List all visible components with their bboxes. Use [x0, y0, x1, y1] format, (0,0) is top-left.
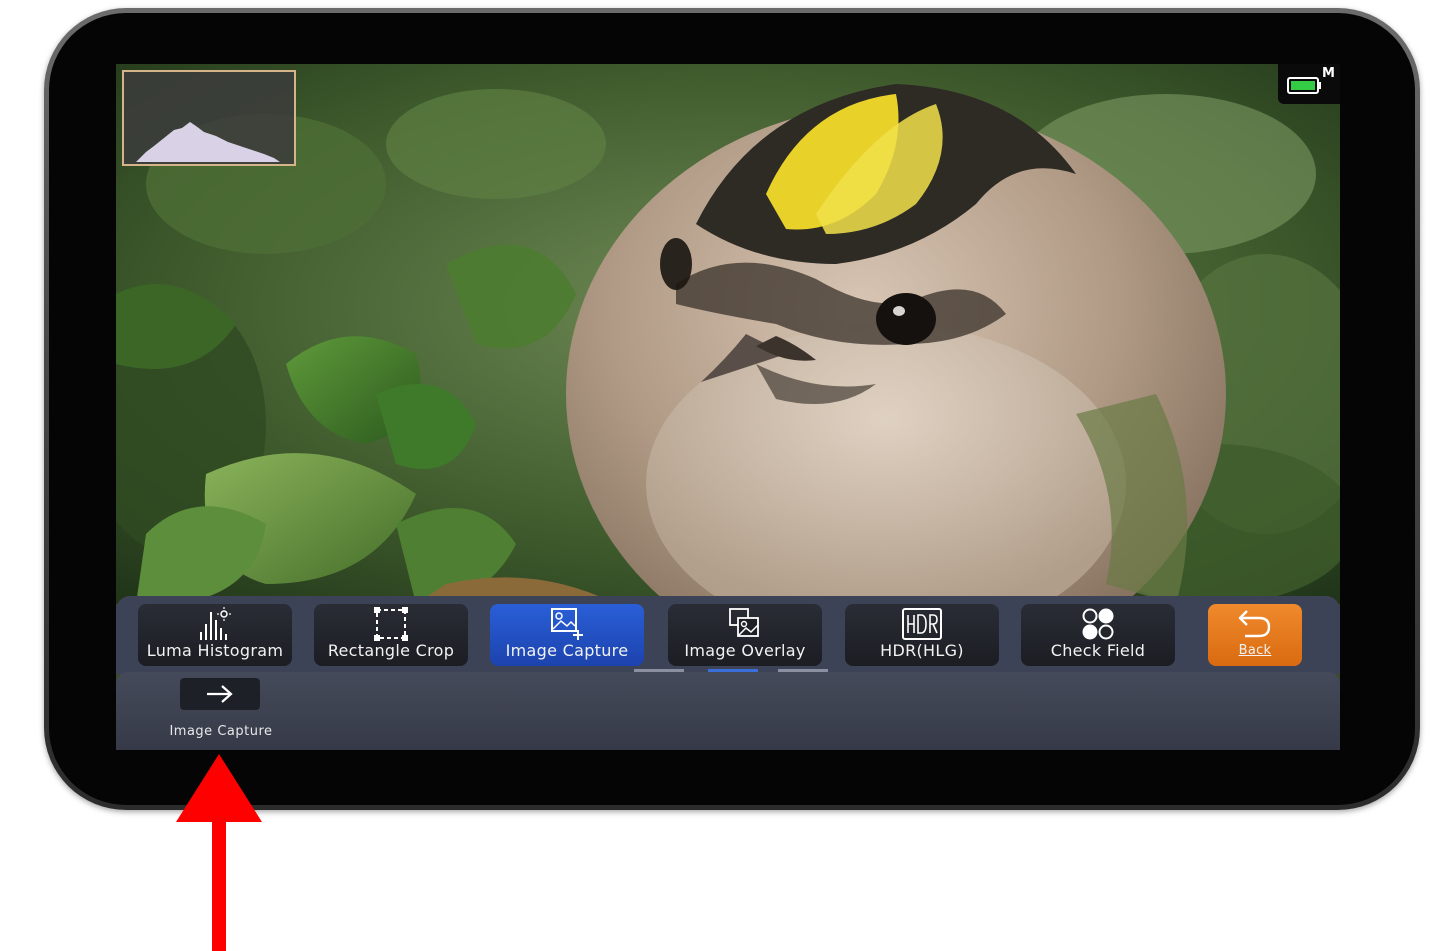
back-arrow-icon	[1238, 610, 1271, 638]
hdr-hlg-button[interactable]: HDR(HLG)	[845, 604, 999, 666]
battery-mode-letter: M	[1322, 66, 1335, 81]
image-overlay-button[interactable]: Image Overlay	[668, 604, 822, 666]
function-toolbar: Luma Histogram Rectangle Crop Image Capt…	[116, 596, 1340, 674]
luma-histogram-icon	[200, 607, 231, 640]
hdr-hlg-label: HDR(HLG)	[880, 641, 964, 660]
image-capture-button[interactable]: Image Capture	[490, 604, 644, 666]
rectangle-crop-label: Rectangle Crop	[327, 641, 455, 660]
histogram-graph	[136, 122, 280, 162]
check-field-icon	[1082, 608, 1114, 640]
image-capture-label: Image Capture	[505, 641, 629, 660]
arrow-right-icon	[207, 685, 233, 703]
rectangle-crop-button[interactable]: Rectangle Crop	[314, 604, 468, 666]
battery-indicator: M	[1278, 64, 1340, 104]
live-video-image	[116, 64, 1340, 604]
image-capture-sub-label: Image Capture	[169, 724, 273, 739]
back-button[interactable]: Back	[1208, 604, 1302, 666]
luma-histogram-overlay	[122, 70, 296, 166]
hdr-icon	[902, 608, 942, 640]
back-label: Back	[1238, 643, 1272, 658]
luma-histogram-label: Luma Histogram	[146, 641, 284, 660]
check-field-label: Check Field	[1050, 641, 1146, 660]
image-capture-subpanel: Image Capture	[116, 672, 1340, 750]
image-capture-icon	[551, 608, 583, 640]
rectangle-crop-icon	[374, 607, 408, 641]
luma-histogram-button[interactable]: Luma Histogram	[138, 604, 292, 666]
check-field-button[interactable]: Check Field	[1021, 604, 1175, 666]
image-capture-action-button[interactable]	[180, 678, 260, 710]
image-overlay-icon	[729, 608, 759, 637]
annotation-arrow	[176, 754, 262, 951]
monitor-screen: M Luma Histogram Rectangle Crop Image Ca…	[116, 64, 1340, 750]
image-overlay-label: Image Overlay	[684, 641, 806, 660]
